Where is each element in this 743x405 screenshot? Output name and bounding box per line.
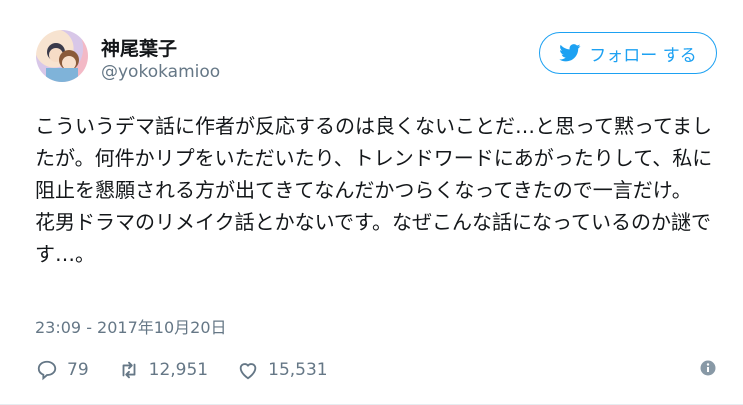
like-count: 15,531 — [268, 360, 328, 380]
reply-icon — [37, 360, 57, 381]
screen-name[interactable]: @yokokamioo — [101, 62, 220, 82]
retweet-count: 12,951 — [148, 360, 209, 380]
tweet-card: 神尾葉子 @yokokamioo フォロー する こういうデマ話に作者が反応する… — [0, 0, 743, 405]
avatar[interactable] — [36, 30, 88, 82]
follow-button-label: フォロー する — [589, 45, 697, 66]
retweet-icon — [122, 361, 136, 379]
tweet-actions: 79 12,951 15,531 — [35, 356, 356, 384]
info-icon[interactable] — [700, 360, 716, 376]
retweet-button[interactable]: 12,951 — [117, 359, 208, 381]
tweet-timestamp[interactable]: 23:09 - 2017年10月20日 — [35, 314, 227, 338]
reply-button[interactable]: 79 — [35, 359, 89, 381]
reply-count: 79 — [67, 360, 89, 380]
tweet-text: こういうデマ話に作者が反応するのは良くないことだ…と思って黙ってましたが。何件か… — [35, 114, 713, 266]
follow-button[interactable]: フォロー する — [539, 32, 717, 74]
like-button[interactable]: 15,531 — [236, 359, 328, 381]
display-name[interactable]: 神尾葉子 — [101, 34, 177, 61]
heart-icon — [239, 363, 257, 380]
twitter-bird-icon — [559, 44, 581, 62]
avatar-illustration — [46, 43, 79, 82]
